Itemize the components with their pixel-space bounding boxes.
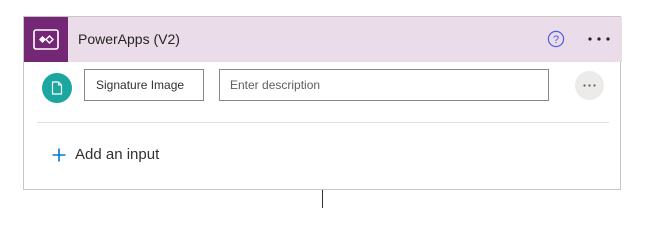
divider xyxy=(37,122,609,123)
trigger-header[interactable]: PowerApps (V2) ? xyxy=(24,17,622,62)
trigger-card: PowerApps (V2) ? Signature Image Enter d… xyxy=(23,16,622,190)
flow-connector xyxy=(322,190,323,208)
file-icon xyxy=(42,73,72,103)
input-options-button[interactable] xyxy=(575,71,604,100)
input-name-field[interactable] xyxy=(84,69,204,101)
help-circle-icon[interactable]: ? xyxy=(547,30,565,48)
more-horizontal-icon xyxy=(583,84,596,87)
svg-text:?: ? xyxy=(553,34,559,46)
trigger-title: PowerApps (V2) xyxy=(78,31,180,47)
add-input-label: Add an input xyxy=(75,146,160,163)
powerapps-icon xyxy=(24,17,68,62)
input-description-field[interactable] xyxy=(219,69,549,101)
more-horizontal-icon[interactable] xyxy=(586,30,612,48)
input-row xyxy=(24,63,622,115)
plus-icon xyxy=(52,148,66,162)
